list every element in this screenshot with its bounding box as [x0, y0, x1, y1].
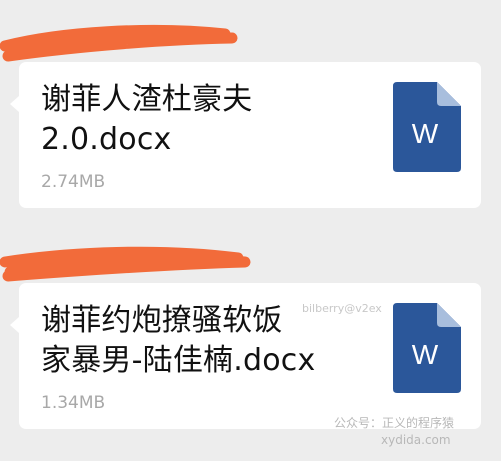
file-message-bubble[interactable]: 谢菲人渣杜豪夫 2.0.docx 2.74MB W — [10, 62, 481, 208]
file-size: 1.34MB — [41, 393, 106, 413]
file-name: 谢菲人渣杜豪夫 2.0.docx — [41, 82, 253, 157]
word-document-icon: W — [393, 303, 461, 393]
svg-text:W: W — [412, 118, 439, 149]
redaction-scribble — [0, 24, 238, 62]
file-message-bubble[interactable]: 谢菲约炮撩骚软饭 家暴男-陆佳楠.docx 1.34MB W — [10, 283, 481, 429]
site-watermark: xydida.com — [381, 433, 451, 447]
user-watermark: bilberry@v2ex — [302, 302, 382, 315]
file-size: 2.74MB — [41, 172, 106, 192]
account-watermark: 公众号：正义的程序猿 — [334, 416, 455, 430]
svg-text:W: W — [412, 339, 439, 370]
word-document-icon: W — [393, 82, 461, 172]
